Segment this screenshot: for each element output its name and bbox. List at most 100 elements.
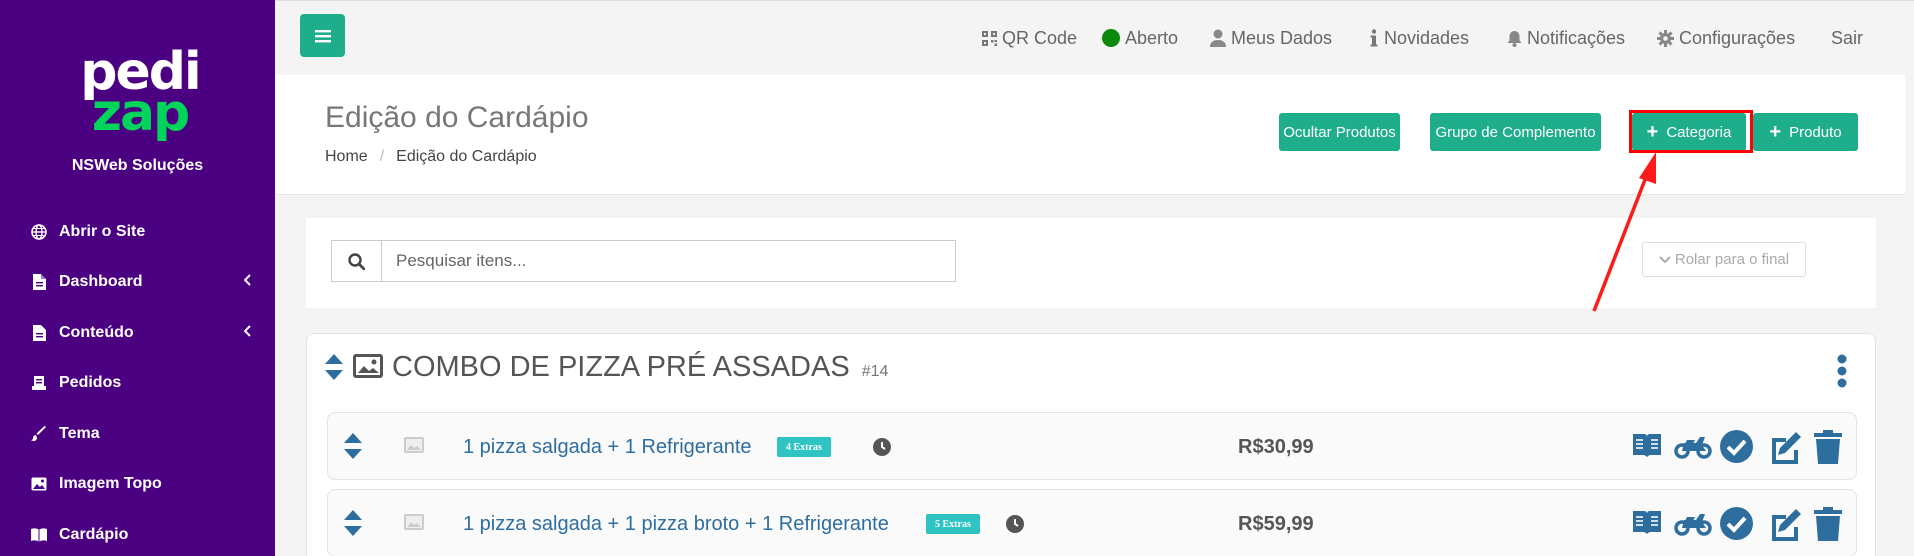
page-title: Edição do Cardápio: [325, 101, 589, 134]
search-box: [331, 240, 956, 282]
news-label: Novidades: [1384, 27, 1470, 48]
hide-products-button[interactable]: Ocultar Produtos: [1279, 113, 1400, 151]
product-image-placeholder-icon[interactable]: [404, 514, 424, 530]
scroll-to-end-button[interactable]: Rolar para o final: [1642, 242, 1806, 277]
file-icon: [30, 273, 48, 291]
delete-trash-icon[interactable]: [1814, 430, 1842, 464]
sidebar-item-menu[interactable]: Cardápio: [30, 515, 260, 555]
book-icon: [30, 526, 48, 544]
product-image-placeholder-icon[interactable]: [404, 437, 424, 453]
status-dot-icon: [1102, 29, 1120, 47]
complement-group-button[interactable]: Grupo de Complemento: [1430, 113, 1601, 151]
delivery-motorcycle-icon[interactable]: [1674, 431, 1712, 459]
hamburger-icon: [314, 29, 331, 43]
category-panel: COMBO DE PIZZA PRÉ ASSADAS #14 1 pizza s…: [306, 333, 1876, 556]
sidebar-item-orders[interactable]: Pedidos: [30, 363, 260, 403]
sidebar-item-label: Abrir o Site: [59, 223, 146, 240]
search-icon: [332, 241, 382, 281]
hamburger-menu-button[interactable]: [300, 14, 345, 57]
product-name[interactable]: 1 pizza salgada + 1 pizza broto + 1 Refr…: [463, 513, 889, 536]
chevron-down-icon: [1659, 255, 1671, 264]
logout-label: Sair: [1831, 27, 1864, 48]
breadcrumb-home[interactable]: Home: [325, 148, 368, 165]
product-name[interactable]: 1 pizza salgada + 1 Refrigerante: [463, 436, 752, 459]
qr-code-label: QR Code: [1002, 27, 1078, 48]
product-row: 1 pizza salgada + 1 Refrigerante 4 Extra…: [327, 412, 1857, 480]
gear-icon: [1657, 29, 1674, 47]
company-name: NSWeb Soluções: [71, 157, 204, 174]
brush-icon: [30, 425, 48, 443]
notifications-label: Notificações: [1527, 27, 1626, 48]
my-data-label: Meus Dados: [1231, 27, 1333, 48]
breadcrumb-current: Edição do Cardápio: [396, 148, 537, 165]
sidebar-item-label: Pedidos: [59, 374, 122, 391]
pedizap-logo[interactable]: pedi zap: [75, 46, 205, 143]
logout-link[interactable]: Sair: [1831, 27, 1863, 49]
drag-handle-icon[interactable]: [325, 354, 343, 380]
logo-text-zap: zap: [91, 82, 191, 143]
qr-code-link[interactable]: QR Code: [982, 27, 1077, 49]
sidebar-item-open-site[interactable]: Abrir o Site: [30, 212, 260, 252]
delete-trash-icon[interactable]: [1814, 507, 1842, 541]
image-icon: [30, 475, 48, 493]
store-status-label: Aberto: [1125, 27, 1179, 48]
sidebar-item-content[interactable]: Conteúdo: [30, 313, 260, 353]
product-row: 1 pizza salgada + 1 pizza broto + 1 Refr…: [327, 489, 1857, 556]
category-image-icon[interactable]: [353, 354, 383, 378]
drag-handle-icon[interactable]: [344, 510, 362, 536]
clock-icon[interactable]: [873, 438, 891, 456]
category-id: #14: [861, 363, 889, 380]
breadcrumb-separator: /: [379, 148, 385, 165]
orders-icon: [30, 374, 48, 392]
settings-label: Configurações: [1679, 27, 1796, 48]
add-product-button[interactable]: + Produto: [1753, 113, 1858, 151]
edit-icon[interactable]: [1768, 430, 1802, 464]
highlight-box: [1629, 110, 1753, 153]
sidebar-item-label: Tema: [59, 425, 100, 442]
delivery-motorcycle-icon[interactable]: [1674, 508, 1712, 536]
product-price: R$30,99: [1238, 436, 1314, 458]
user-icon: [1210, 29, 1226, 47]
extras-badge: 4 Extras: [777, 437, 831, 457]
sidebar-item-label: Conteúdo: [59, 324, 134, 341]
category-name: COMBO DE PIZZA PRÉ ASSADAS: [392, 351, 850, 383]
breadcrumb: Home / Edição do Cardápio: [325, 148, 537, 166]
category-title: COMBO DE PIZZA PRÉ ASSADAS #14: [392, 351, 888, 384]
add-product-label: Produto: [1789, 123, 1842, 141]
description-book-icon[interactable]: [1632, 509, 1662, 535]
settings-link[interactable]: Configurações: [1657, 27, 1795, 49]
search-panel: Rolar para o final: [306, 218, 1876, 308]
globe-icon: [30, 223, 48, 241]
sidebar-item-dashboard[interactable]: Dashboard: [30, 262, 260, 302]
description-book-icon[interactable]: [1632, 432, 1662, 458]
file-icon: [30, 324, 48, 342]
clock-icon[interactable]: [1006, 515, 1024, 533]
available-check-icon[interactable]: [1720, 507, 1753, 540]
qr-code-icon: [982, 30, 997, 46]
sidebar: pedi zap NSWeb Soluções Abrir o Site Das…: [0, 0, 275, 556]
hide-products-label: Ocultar Produtos: [1283, 123, 1396, 141]
complement-group-label: Grupo de Complemento: [1435, 123, 1596, 141]
sidebar-item-theme[interactable]: Tema: [30, 414, 260, 454]
chevron-left-icon: [244, 325, 252, 337]
scroll-to-end-label: Rolar para o final: [1674, 251, 1790, 268]
sidebar-item-label: Cardápio: [59, 526, 129, 543]
edit-icon[interactable]: [1768, 507, 1802, 541]
my-data-link[interactable]: Meus Dados: [1210, 27, 1332, 49]
topbar: QR Code Aberto Meus Dados Novidades Noti…: [275, 0, 1914, 75]
notifications-link[interactable]: Notificações: [1507, 27, 1625, 49]
info-icon: [1369, 29, 1379, 47]
bell-icon: [1507, 30, 1522, 47]
news-link[interactable]: Novidades: [1369, 27, 1469, 49]
sidebar-item-top-image[interactable]: Imagem Topo: [30, 464, 260, 504]
drag-handle-icon[interactable]: [344, 433, 362, 459]
product-price: R$59,99: [1238, 513, 1314, 535]
store-status-link[interactable]: Aberto: [1102, 27, 1178, 49]
available-check-icon[interactable]: [1720, 430, 1753, 463]
plus-icon: +: [1769, 121, 1782, 143]
sidebar-item-label: Dashboard: [59, 273, 143, 290]
more-options-icon[interactable]: [1837, 354, 1847, 388]
sidebar-item-label: Imagem Topo: [59, 475, 162, 492]
search-input[interactable]: [382, 241, 955, 281]
chevron-left-icon: [244, 274, 252, 286]
